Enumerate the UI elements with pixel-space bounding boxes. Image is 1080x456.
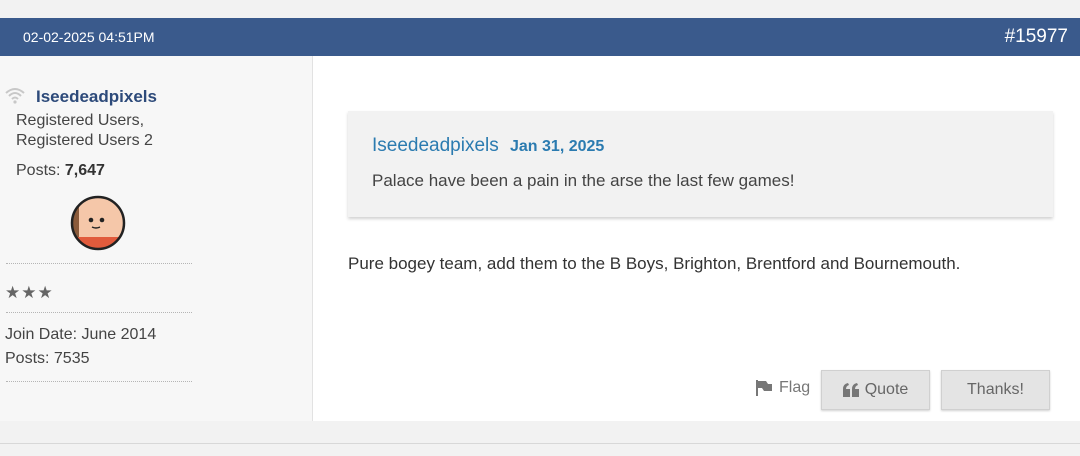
wifi-signal-icon — [5, 88, 25, 104]
bottom-divider — [0, 443, 1080, 444]
posts-count-summary: Posts: 7,647 — [16, 162, 105, 180]
quote-author-link[interactable]: Iseedeadpixels — [372, 135, 499, 157]
divider — [6, 263, 192, 264]
user-group-line-2: Registered Users 2 — [16, 132, 153, 149]
thanks-button-label: Thanks! — [967, 381, 1024, 398]
join-date: Join Date: June 2014 — [5, 326, 157, 343]
message-text: Pure bogey team, add them to the B Boys,… — [348, 254, 961, 273]
post-date: 02-02-2025 04:51PM — [23, 29, 155, 45]
quote-block: Iseedeadpixels Jan 31, 2025 Palace have … — [348, 111, 1053, 217]
quote-text: Palace have been a pain in the arse the … — [372, 171, 795, 190]
flag-label: Flag — [779, 379, 811, 396]
flag-icon — [756, 380, 772, 396]
top-strip — [0, 0, 1080, 18]
username-link[interactable]: Iseedeadpixels — [36, 87, 157, 107]
post-header: 02-02-2025 04:51PM #15977 — [0, 18, 1080, 56]
quote-date: Jan 31, 2025 — [510, 138, 605, 155]
quote-button-label: Quote — [864, 381, 909, 398]
quote-icon — [842, 383, 859, 397]
posts-label: Posts: — [16, 162, 65, 179]
thanks-button[interactable]: Thanks! — [941, 370, 1050, 410]
flag-button[interactable]: Flag — [755, 379, 810, 397]
rank-stars: ★★★ — [5, 283, 54, 302]
post-number-link[interactable]: #15977 — [1005, 26, 1068, 48]
user-info-panel: Iseedeadpixels Registered Users, Registe… — [0, 56, 313, 421]
posts-total: Posts: 7535 — [5, 350, 90, 367]
user-group-line-1: Registered Users, — [16, 112, 145, 129]
posts-count: 7,647 — [64, 162, 105, 179]
quote-button[interactable]: Quote — [821, 370, 930, 410]
divider — [6, 381, 192, 382]
post-content: Iseedeadpixels Jan 31, 2025 Palace have … — [314, 56, 1080, 421]
post-body: Iseedeadpixels Registered Users, Registe… — [0, 56, 1080, 421]
divider — [6, 312, 192, 313]
user-groups: Registered Users, Registered Users 2 — [16, 111, 153, 151]
avatar[interactable] — [70, 195, 126, 251]
